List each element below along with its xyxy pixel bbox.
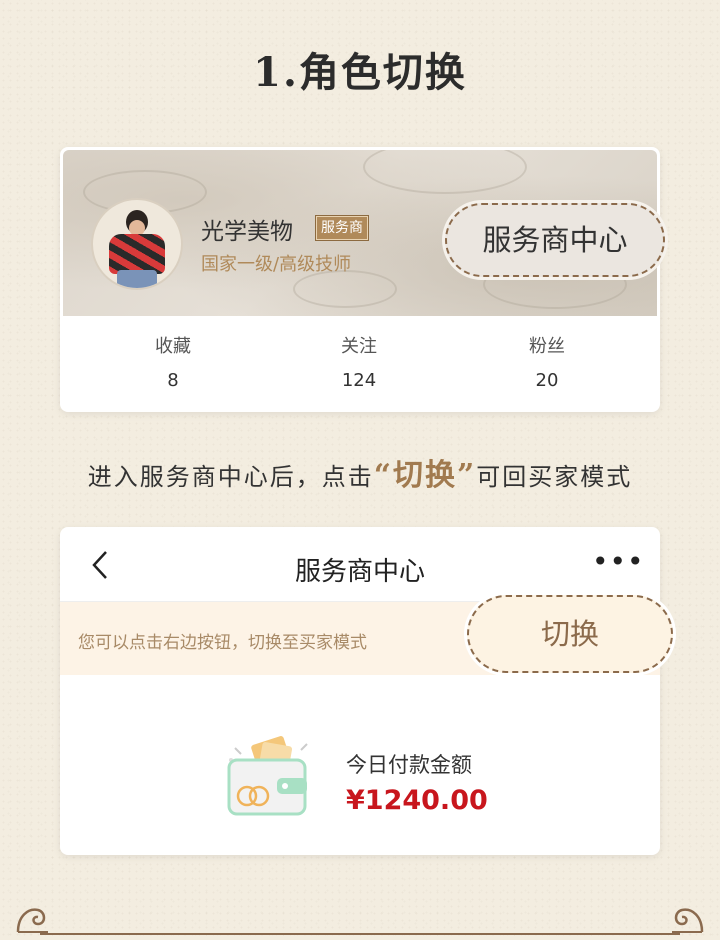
scroll-ornament-icon <box>16 908 48 933</box>
stat-following[interactable]: 关注 124 <box>299 332 419 391</box>
stat-label: 粉丝 <box>529 336 565 357</box>
notice-text: 您可以点击右边按钮，切换至买家模式 <box>78 633 367 653</box>
page-title: 1.角色切换 <box>253 49 467 96</box>
scroll-ornament-icon <box>672 908 704 933</box>
stat-label: 关注 <box>341 336 377 357</box>
profile-card: 光学美物 服务商 国家一级/高级技师 服务商中心 收藏 8 关注 124 粉丝 … <box>60 147 665 412</box>
switch-button[interactable]: 切换 <box>467 595 673 673</box>
service-center-button[interactable]: 服务商中心 <box>445 203 665 277</box>
caption-before: 进入服务商中心后，点击 <box>87 463 374 491</box>
stat-fans[interactable]: 粉丝 20 <box>487 332 607 391</box>
stat-favorites[interactable]: 收藏 8 <box>113 332 233 391</box>
stat-label: 收藏 <box>155 336 191 357</box>
nav-title: 服务商中心 <box>294 557 425 587</box>
payment-amount: ¥1240.00 <box>346 785 488 816</box>
more-dots-icon[interactable]: ••• <box>592 545 645 578</box>
caption-highlight: “切换” <box>373 458 477 493</box>
avatar[interactable] <box>91 198 183 290</box>
stat-value: 20 <box>535 370 559 391</box>
user-name: 光学美物 <box>201 219 293 245</box>
service-center-card: 服务商中心 ••• 您可以点击右边按钮，切换至买家模式 切换 今日付款金额 ¥1… <box>60 527 673 855</box>
caption-after: 可回买家模式 <box>476 463 633 491</box>
instruction-caption: 进入服务商中心后，点击“切换”可回买家模式 <box>0 450 720 494</box>
wallet-icon <box>227 736 308 816</box>
payment-label: 今日付款金额 <box>346 753 472 777</box>
bottom-divider <box>40 933 680 935</box>
stat-value: 8 <box>167 370 179 391</box>
user-title: 国家一级/高级技师 <box>201 254 352 275</box>
stat-value: 124 <box>341 370 377 391</box>
role-badge: 服务商 <box>315 215 369 241</box>
